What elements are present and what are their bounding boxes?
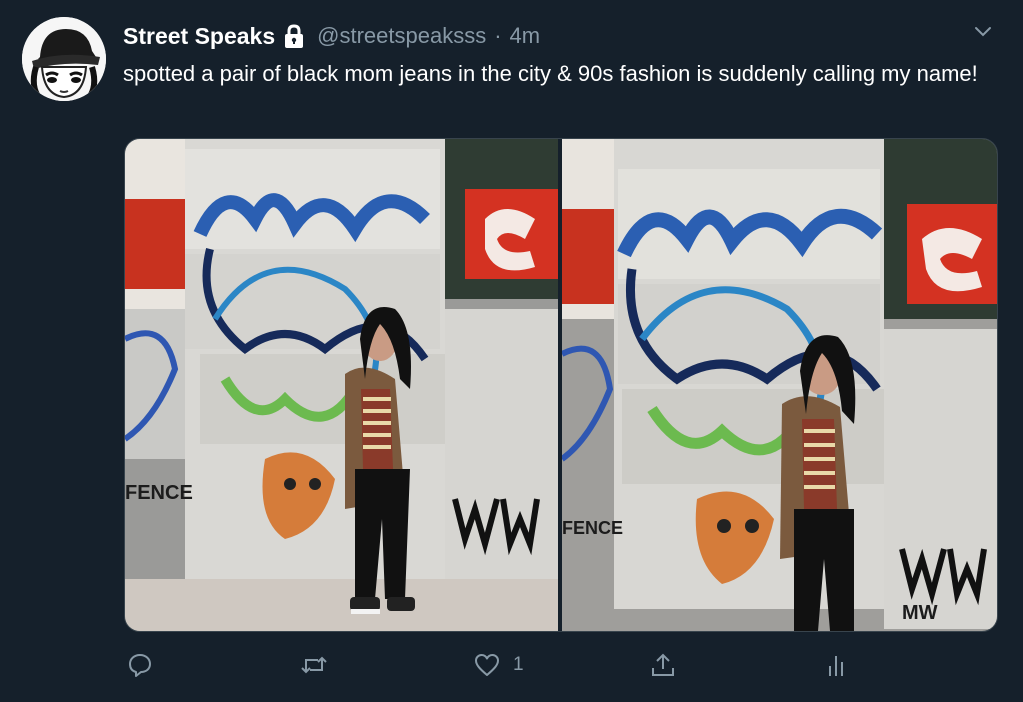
heart-icon [475,654,499,676]
display-name[interactable]: Street Speaks [123,23,275,50]
lock-icon [281,23,307,49]
retweet-button[interactable] [300,648,328,682]
photo-2[interactable]: FENCE MW [562,139,997,631]
photo-1[interactable]: FENCE [125,139,558,631]
tweet-actions: 1 [0,648,1023,682]
tweet-header: Street Speaks @streetspeaksss · 4m [123,20,540,52]
user-handle[interactable]: @streetspeaksss [317,23,486,49]
reply-icon [129,654,151,677]
tweet[interactable]: Street Speaks @streetspeaksss · 4m spott… [0,0,1023,702]
avatar[interactable] [22,17,106,101]
separator-dot: · [494,23,502,48]
graffiti-text-2: FENCE [562,518,623,538]
tweet-text: spotted a pair of black mom jeans in the… [123,61,978,86]
graffiti-text-1: FENCE [125,482,193,504]
analytics-icon [829,656,843,676]
like-button[interactable]: 1 [474,648,524,682]
media-gallery[interactable]: FENCE FENCE MW [124,138,998,632]
share-icon [652,653,674,676]
chevron-down-icon[interactable] [970,22,996,42]
avatar-illustration [22,17,106,101]
share-button[interactable] [650,648,676,682]
graffiti-text-3: MW [902,602,938,624]
analytics-button[interactable] [823,648,849,682]
reply-button[interactable] [127,648,153,682]
timestamp[interactable]: 4m [510,23,541,49]
retweet-icon [301,656,327,674]
like-count: 1 [513,654,524,675]
